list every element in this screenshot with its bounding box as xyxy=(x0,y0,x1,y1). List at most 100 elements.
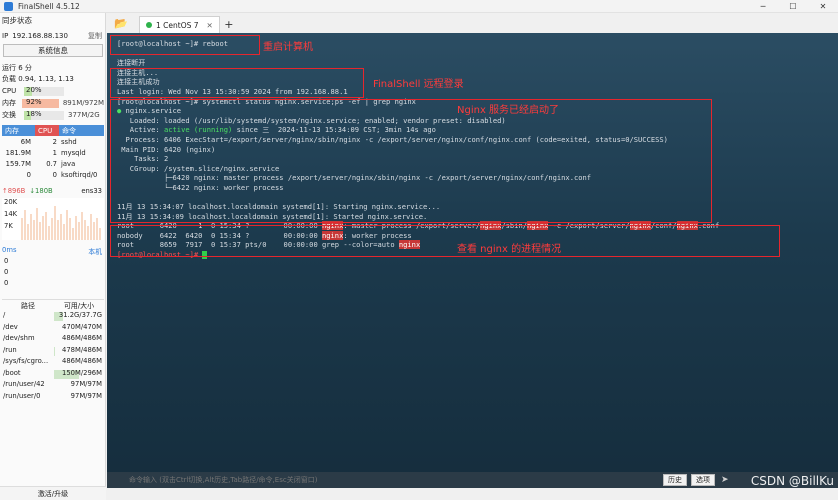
sync-status[interactable]: 同步状态 xyxy=(2,15,104,26)
disk-size-text: 150M/296M xyxy=(62,368,102,377)
proc-cpu: 2 xyxy=(52,138,57,146)
disk-size-text: 97M/97M xyxy=(70,391,102,400)
net-ytick: 20K xyxy=(4,198,18,206)
proc-memory: 159.7M xyxy=(5,160,31,168)
net-ytick: 7K xyxy=(4,222,13,230)
disk-size: 470M/470M xyxy=(54,323,104,334)
status-strip xyxy=(107,488,838,500)
folder-icon[interactable]: 📂 xyxy=(113,13,129,33)
network-traffic-graph xyxy=(21,206,101,240)
cpu-value: 20% xyxy=(26,86,42,94)
annotation-reboot: 重启计算机 xyxy=(263,42,313,53)
close-icon[interactable]: ✕ xyxy=(808,0,838,13)
latency-row: 0 xyxy=(4,279,9,287)
table-row[interactable]: /sys/fs/cgro... 486M/486M xyxy=(2,357,104,368)
disk-size: 486M/486M xyxy=(54,357,104,368)
proc-header-memory[interactable]: 内存 xyxy=(2,125,35,136)
memory-total: 891M/972M xyxy=(62,99,104,107)
disk-usage-fill xyxy=(54,346,55,356)
terminal-output[interactable]: [root@localhost ~]# reboot 连接断开 连接主机... 连接主… xyxy=(107,33,838,488)
table-row[interactable]: 0 0 ksoftirqd/0 xyxy=(2,171,104,182)
uptime: 运行 6 分 xyxy=(2,63,32,72)
disk-size-text: 97M/97M xyxy=(70,380,102,388)
network-traffic-chart: 20K 14K 7K xyxy=(2,198,104,240)
latency-row: 0 xyxy=(4,268,9,276)
disk-path: /run xyxy=(3,345,17,354)
ip-row: IP 192.168.88.130 复制 xyxy=(2,30,104,41)
copy-ip-button[interactable]: 复制 xyxy=(88,31,102,41)
swap-total: 377M/2G xyxy=(68,111,100,119)
tab-centos-7[interactable]: 1 CentOS 7 ✕ xyxy=(139,16,220,33)
table-row[interactable]: / 31.2G/37.7G xyxy=(2,311,104,322)
memory-gauge: 内存 92% 891M/972M xyxy=(2,98,104,108)
disk-size: 486M/486M xyxy=(54,334,104,345)
disk-path: /run/user/0 xyxy=(3,391,41,400)
latency-row: 0 xyxy=(4,257,9,265)
disk-size: 97M/97M xyxy=(54,392,104,403)
maximize-icon[interactable]: ☐ xyxy=(778,0,808,13)
proc-command: mysqld xyxy=(61,149,86,157)
table-row[interactable]: /dev 470M/470M xyxy=(2,323,104,334)
disk-size: 31.2G/37.7G xyxy=(54,311,104,322)
proc-cpu: 0.7 xyxy=(46,160,57,168)
annotation-box-relogin xyxy=(110,68,364,98)
disk-size: 97M/97M xyxy=(54,380,104,391)
send-icon[interactable]: ➤ xyxy=(721,475,729,485)
table-row[interactable]: /boot 150M/296M xyxy=(2,369,104,380)
load-average: 负载 0.94, 1.13, 1.13 xyxy=(2,74,74,83)
proc-command: java xyxy=(61,160,76,168)
network-interface-select[interactable]: ens33 xyxy=(81,187,102,195)
minimize-icon[interactable]: ─ xyxy=(748,0,778,13)
options-button[interactable]: 选项 xyxy=(691,474,715,486)
table-row[interactable]: 6M 2 sshd xyxy=(2,138,104,149)
proc-cpu: 1 xyxy=(52,149,57,157)
swap-label: 交换 xyxy=(2,111,16,119)
disk-size-text: 470M/470M xyxy=(62,322,102,331)
add-tab-icon[interactable]: + xyxy=(222,16,236,33)
table-row[interactable]: 181.9M 1 mysqld xyxy=(2,149,104,160)
close-tab-icon[interactable]: ✕ xyxy=(207,21,213,30)
table-row[interactable]: /run 478M/486M xyxy=(2,346,104,357)
command-bar: 历史 选项 ➤ xyxy=(107,472,838,488)
swap-gauge: 交换 18% 377M/2G xyxy=(2,110,104,120)
disk-size-text: 486M/486M xyxy=(62,334,102,342)
csdn-watermark: CSDN @BillKu xyxy=(750,474,834,488)
finalshell-logo-icon xyxy=(4,1,13,11)
disk-path: /boot xyxy=(3,368,21,377)
proc-header-command[interactable]: 命令 xyxy=(59,125,104,136)
table-row[interactable]: /run/user/0 97M/97M xyxy=(2,392,104,403)
memory-value: 92% xyxy=(26,98,42,106)
disk-size-text: 486M/486M xyxy=(62,357,102,365)
annotation-process: 查看 nginx 的进程情况 xyxy=(457,244,562,255)
disk-size: 478M/486M xyxy=(54,346,104,357)
table-row[interactable]: /dev/shm 486M/486M xyxy=(2,334,104,345)
system-info-button[interactable]: 系统信息 xyxy=(3,44,103,57)
window-controls: ─ ☐ ✕ xyxy=(748,0,838,13)
network-header: ↑896B ↓180B ens33 xyxy=(2,186,104,196)
system-monitor-panel: 同步状态 IP 192.168.88.130 复制 系统信息 运行 6 分 负载… xyxy=(0,13,106,500)
proc-cpu: 0 xyxy=(52,171,57,179)
proc-memory: 0 xyxy=(26,171,31,179)
history-button[interactable]: 历史 xyxy=(663,474,687,486)
disk-header-size: 可用/大小 xyxy=(63,302,95,310)
latency-target[interactable]: 本机 xyxy=(88,246,102,256)
table-row[interactable]: /run/user/42 97M/97M xyxy=(2,380,104,391)
disk-size-text: 478M/486M xyxy=(62,345,102,354)
annotation-box-reboot xyxy=(110,35,260,55)
disk-path: /dev/shm xyxy=(3,334,35,342)
disk-size: 150M/296M xyxy=(54,369,104,380)
proc-header-cpu[interactable]: CPU xyxy=(35,125,59,136)
command-input[interactable] xyxy=(129,474,659,486)
proc-command: ksoftirqd/0 xyxy=(61,171,98,179)
proc-memory: 181.9M xyxy=(5,149,31,157)
tab-bar: 📂 1 CentOS 7 ✕ + xyxy=(107,13,838,33)
proc-memory: 6M xyxy=(20,138,31,146)
disk-size-text: 31.2G/37.7G xyxy=(58,311,102,319)
upgrade-button[interactable]: 激活/升级 xyxy=(0,486,106,500)
upload-rate: ↑896B xyxy=(2,187,26,195)
process-table-header: 内存 CPU 命令 xyxy=(2,125,104,136)
table-row[interactable]: 159.7M 0.7 java xyxy=(2,160,104,171)
latency-header: 0ms 本机 xyxy=(2,246,104,256)
annotation-box-started xyxy=(110,99,712,223)
annotation-relogin: FinalShell 远程登录 xyxy=(373,79,464,90)
